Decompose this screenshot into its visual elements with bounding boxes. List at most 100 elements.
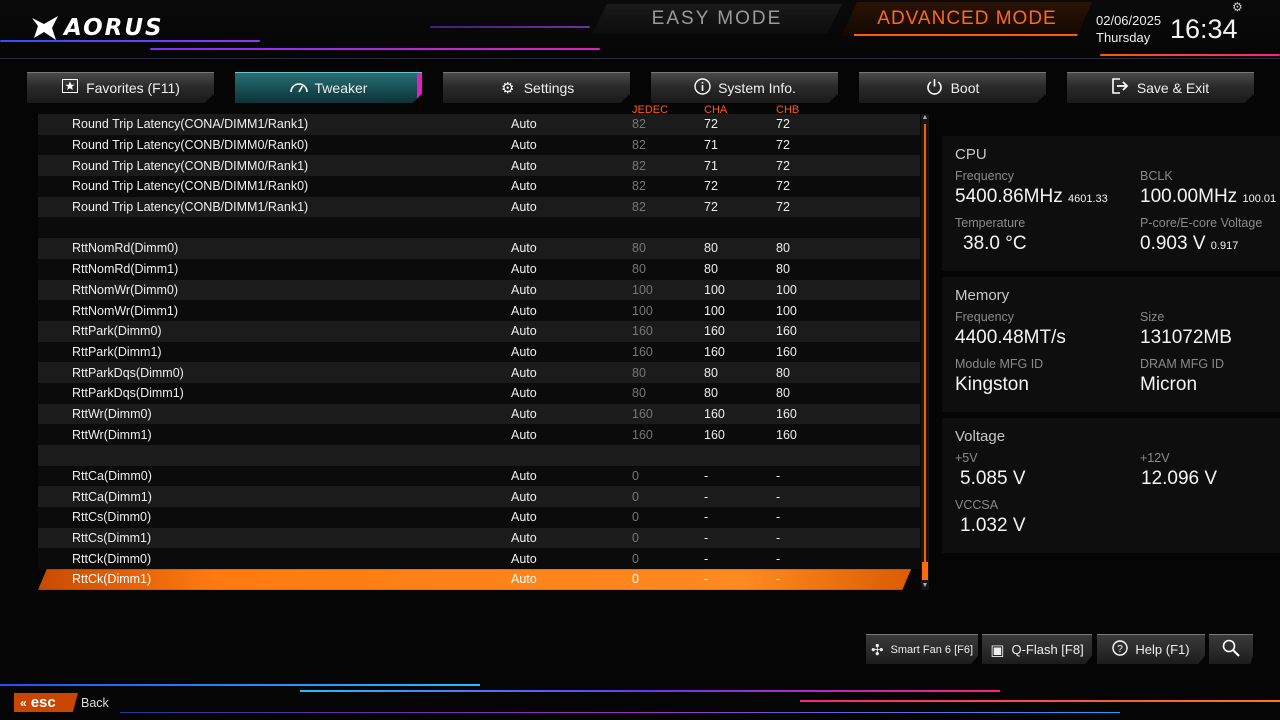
setting-name: RttCk(Dimm1) bbox=[72, 572, 152, 587]
cha-value: - bbox=[704, 531, 709, 546]
cha-value: 80 bbox=[704, 241, 718, 256]
setting-row[interactable]: RttNomRd(Dimm1) Auto 80 80 80 bbox=[38, 258, 920, 280]
setting-row[interactable]: RttCk(Dimm0) Auto 0 - - bbox=[38, 548, 920, 570]
smart-fan-button[interactable]: ✣ Smart Fan 6 [F6] bbox=[866, 634, 978, 664]
setting-row[interactable]: RttPark(Dimm0) Auto 160 160 160 bbox=[38, 320, 920, 342]
cha-value: 80 bbox=[704, 262, 718, 277]
scroll-thumb[interactable] bbox=[922, 562, 928, 580]
setting-row[interactable]: Round Trip Latency(CONB/DIMM1/Rank0) Auto… bbox=[38, 176, 920, 197]
chb-value: 80 bbox=[776, 241, 790, 256]
tab-label: Save & Exit bbox=[1136, 80, 1210, 96]
info-icon bbox=[693, 77, 711, 99]
setting-row[interactable]: RttCs(Dimm0) Auto 0 - - bbox=[38, 507, 920, 528]
setting-name: Round Trip Latency(CONB/DIMM1/Rank1) bbox=[72, 200, 309, 215]
setting-row[interactable]: Round Trip Latency(CONA/DIMM1/Rank1) Auto… bbox=[38, 114, 920, 135]
setting-value: Auto bbox=[511, 303, 537, 318]
settings-gear-icon[interactable]: ⚙ bbox=[1232, 0, 1243, 14]
setting-name: RttCs(Dimm0) bbox=[72, 510, 152, 525]
tab-settings[interactable]: ⚙ Settings bbox=[443, 72, 630, 103]
setting-row[interactable]: RttCs(Dimm1) Auto 0 - - bbox=[38, 527, 920, 549]
setting-row[interactable]: RttPark(Dimm1) Auto 160 160 160 bbox=[38, 341, 920, 363]
v5-value: 5.085 V bbox=[960, 468, 1026, 489]
day-text: Thursday bbox=[1096, 30, 1151, 45]
cha-value: 71 bbox=[704, 138, 718, 153]
tab-tweaker[interactable]: Tweaker bbox=[235, 72, 422, 103]
jedec-value: 82 bbox=[632, 117, 646, 132]
cha-value: 71 bbox=[704, 158, 718, 173]
setting-name: RttPark(Dimm1) bbox=[72, 344, 162, 359]
setting-row[interactable]: RttNomWr(Dimm0) Auto 100 100 100 bbox=[38, 279, 920, 301]
setting-row[interactable]: RttCa(Dimm0) Auto 0 - - bbox=[38, 465, 920, 487]
gear-icon: ⚙ bbox=[500, 80, 515, 97]
tab-favorites[interactable]: Favorites (F11) bbox=[27, 72, 214, 103]
setting-value: Auto bbox=[511, 406, 537, 421]
jedec-value: 100 bbox=[632, 282, 653, 297]
cha-value: 80 bbox=[704, 365, 718, 380]
setting-name: RttCk(Dimm0) bbox=[72, 551, 152, 566]
dram-mfg-label: DRAM MFG ID bbox=[1140, 357, 1225, 371]
setting-row[interactable]: RttParkDqs(Dimm1) Auto 80 80 80 bbox=[38, 382, 920, 404]
vccsa-label: VCCSA bbox=[955, 498, 999, 512]
setting-row[interactable]: RttCa(Dimm1) Auto 0 - - bbox=[38, 486, 920, 508]
setting-row[interactable]: RttNomWr(Dimm1) Auto 100 100 100 bbox=[38, 300, 920, 321]
setting-row[interactable]: RttWr(Dimm0) Auto 160 160 160 bbox=[38, 403, 920, 425]
header-streak bbox=[1100, 54, 1280, 56]
q-flash-button[interactable]: ▣ Q-Flash [F8] bbox=[982, 634, 1092, 664]
cpu-frequency-sub: 4601.33 bbox=[1068, 193, 1108, 205]
tab-system-info[interactable]: System Info. bbox=[651, 72, 838, 103]
jedec-value: 160 bbox=[632, 406, 653, 421]
chb-value: - bbox=[776, 489, 781, 504]
chb-value: 72 bbox=[776, 158, 790, 173]
setting-name: RttPark(Dimm0) bbox=[72, 324, 162, 339]
chb-value: - bbox=[776, 469, 781, 484]
easy-mode-button[interactable]: EASY MODE bbox=[592, 4, 842, 34]
scrollbar[interactable]: ▲ ▼ bbox=[921, 114, 929, 590]
setting-name: RttParkDqs(Dimm0) bbox=[72, 365, 184, 380]
setting-row[interactable]: RttCk(Dimm1) Auto 0 - - bbox=[38, 569, 912, 590]
jedec-value: 80 bbox=[632, 365, 646, 380]
setting-value: Auto bbox=[511, 158, 537, 173]
list-spacer bbox=[38, 217, 920, 239]
search-button[interactable] bbox=[1209, 634, 1253, 664]
speedometer-icon bbox=[289, 80, 308, 97]
setting-row[interactable]: RttWr(Dimm1) Auto 160 160 160 bbox=[38, 424, 920, 445]
eagle-icon bbox=[32, 16, 58, 40]
setting-row[interactable]: RttParkDqs(Dimm0) Auto 80 80 80 bbox=[38, 362, 920, 383]
setting-name: RttNomRd(Dimm0) bbox=[72, 241, 179, 256]
setting-name: RttCa(Dimm0) bbox=[72, 469, 152, 484]
setting-value: Auto bbox=[511, 282, 537, 297]
scroll-up-arrow-icon[interactable]: ▲ bbox=[921, 114, 929, 122]
list-spacer bbox=[38, 445, 920, 466]
jedec-value: 160 bbox=[632, 344, 653, 359]
memory-info-panel: Memory Frequency 4400.48MT/s Size 131072… bbox=[942, 277, 1280, 412]
chb-value: 160 bbox=[776, 344, 797, 359]
module-mfg-label: Module MFG ID bbox=[955, 357, 1044, 371]
setting-row[interactable]: Round Trip Latency(CONB/DIMM0/Rank1) Auto… bbox=[38, 155, 920, 177]
jedec-value: 0 bbox=[632, 551, 639, 566]
jedec-value: 100 bbox=[632, 303, 653, 318]
help-button[interactable]: ? Help (F1) bbox=[1097, 634, 1205, 664]
date-text: 02/06/2025 bbox=[1096, 13, 1162, 28]
cha-value: 72 bbox=[704, 117, 718, 132]
chb-value: 160 bbox=[776, 324, 797, 339]
scroll-down-arrow-icon[interactable]: ▼ bbox=[921, 582, 929, 590]
cha-value: - bbox=[704, 489, 709, 504]
memory-size-value: 131072MB bbox=[1140, 327, 1232, 348]
search-icon bbox=[1222, 639, 1240, 661]
advanced-mode-button[interactable]: ADVANCED MODE bbox=[842, 2, 1092, 36]
setting-name: RttNomWr(Dimm1) bbox=[72, 303, 179, 318]
jedec-value: 80 bbox=[632, 241, 646, 256]
setting-value: Auto bbox=[511, 551, 537, 566]
smart-fan-label: Smart Fan 6 [F6] bbox=[890, 643, 974, 656]
setting-name: RttNomWr(Dimm0) bbox=[72, 282, 179, 297]
setting-row[interactable]: Round Trip Latency(CONB/DIMM0/Rank0) Auto… bbox=[38, 134, 920, 156]
setting-row[interactable]: Round Trip Latency(CONB/DIMM1/Rank1) Auto… bbox=[38, 196, 920, 218]
tab-boot[interactable]: Boot bbox=[859, 72, 1046, 103]
memory-size-label: Size bbox=[1140, 310, 1165, 324]
setting-name: RttCa(Dimm1) bbox=[72, 489, 152, 504]
setting-value: Auto bbox=[511, 572, 537, 587]
setting-row[interactable]: RttNomRd(Dimm0) Auto 80 80 80 bbox=[38, 238, 920, 259]
cpu-temperature-label: Temperature bbox=[955, 216, 1026, 230]
tab-save-exit[interactable]: Save & Exit bbox=[1067, 72, 1254, 103]
esc-button[interactable]: « esc bbox=[14, 693, 78, 712]
